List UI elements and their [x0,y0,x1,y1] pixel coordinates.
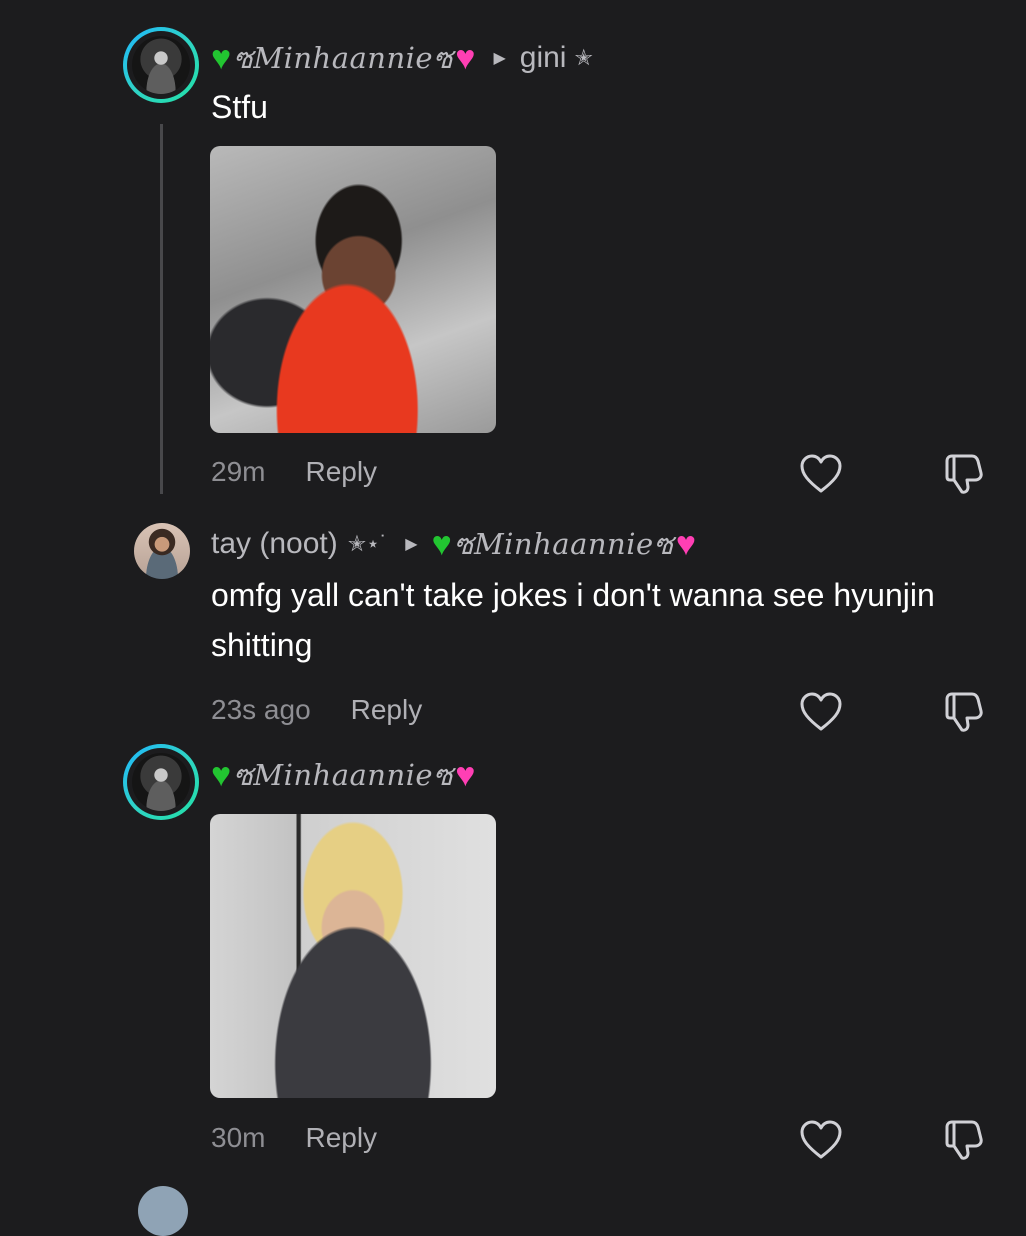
avatar-minhaannie[interactable] [123,744,199,820]
comment-time: 30m [211,1122,266,1153]
green-heart-icon: ♥ [431,525,452,563]
comment-time: 23s ago [211,694,311,725]
comment-header: tay (noot) ✭⋆˙ ▶ ♥ ซMinhaannieซ ♥ [211,521,696,567]
comment-meta: 23s ago Reply [211,694,422,726]
author-name[interactable]: ซMinhaannieซ [233,35,453,81]
comment-image[interactable] [210,146,496,433]
dislike-icon[interactable] [942,689,988,735]
green-heart-icon: ♥ [211,39,232,77]
comment-time: 29m [211,456,266,487]
pink-heart-icon: ♥ [455,39,476,77]
reply-button[interactable]: Reply [305,1122,377,1154]
like-icon-partial[interactable] [798,0,844,6]
reply-to-name[interactable]: gini [520,41,567,75]
comment-meta: 30m Reply [211,1122,377,1154]
comment-text: Stfu [211,89,268,125]
comment-header: ♥ ซMinhaannieซ ♥ [211,753,475,797]
reply-button[interactable]: Reply [351,694,423,726]
reply-arrow-icon: ▶ [405,536,418,553]
comment-text: omfg yall can't take jokes i don't wanna… [211,577,935,663]
dislike-icon[interactable] [942,1117,988,1163]
comment-header: ♥ ซMinhaannieซ ♥ ▶ gini ✭ [211,36,593,80]
avatar-tay[interactable] [134,523,190,579]
reply-arrow-icon: ▶ [493,50,506,67]
pink-heart-icon: ♥ [455,756,476,794]
like-icon[interactable] [798,1117,844,1163]
reply-button[interactable]: Reply [305,456,377,488]
thread-line [160,124,163,494]
star-icon: ✭ [574,45,593,70]
like-icon[interactable] [798,689,844,735]
comment-image[interactable] [210,814,496,1098]
author-name[interactable]: ซMinhaannieซ [233,752,453,798]
comment-meta: 29m Reply [211,456,377,488]
author-name[interactable]: tay (noot) [211,527,338,561]
green-heart-icon: ♥ [211,756,232,794]
reply-to-name[interactable]: ซMinhaannieซ [454,521,674,567]
star-icon: ✭⋆˙ [347,531,388,556]
dislike-icon[interactable] [942,451,988,497]
dislike-icon-partial[interactable] [944,0,990,6]
avatar-next-comment[interactable] [138,1186,188,1236]
pink-heart-icon: ♥ [675,525,697,563]
avatar-minhaannie[interactable] [123,27,199,103]
like-icon[interactable] [798,451,844,497]
